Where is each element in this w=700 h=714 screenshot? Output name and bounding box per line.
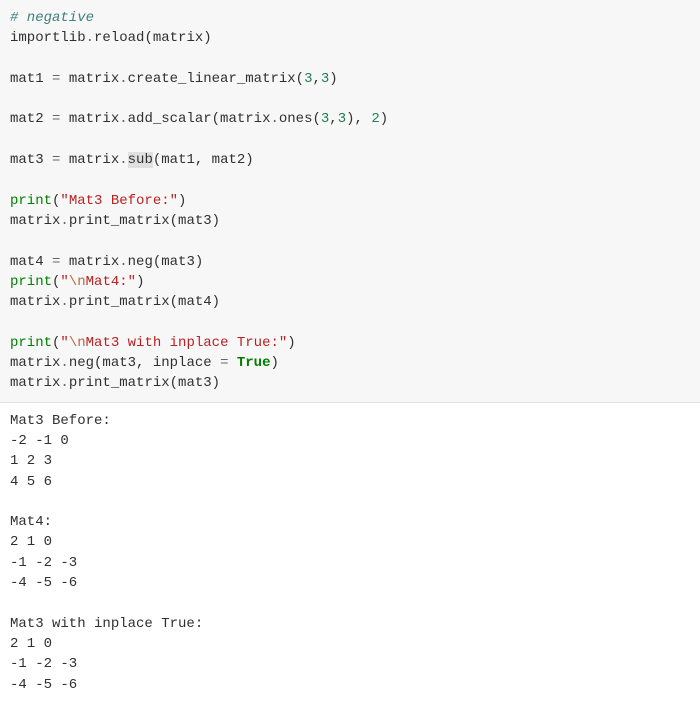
output-line: 4 5 6 (10, 474, 52, 490)
code-text: (mat1, mat2) (153, 152, 254, 168)
output-line: 2 1 0 (10, 534, 52, 550)
code-cell[interactable]: # negative importlib.reload(matrix) mat1… (0, 0, 700, 403)
code-escape: \n (69, 335, 86, 351)
output-line: -1 -2 -3 (10, 555, 77, 571)
code-text: print_matrix(mat4) (69, 294, 220, 310)
code-op: . (86, 30, 94, 46)
code-text: mat4 (10, 254, 52, 270)
code-text: ) (380, 111, 388, 127)
output-line: Mat4: (10, 514, 52, 530)
output-line: Mat3 with inplace True: (10, 616, 203, 632)
code-escape: \n (69, 274, 86, 290)
output-line: 2 1 0 (10, 636, 52, 652)
code-text: neg(mat3) (128, 254, 204, 270)
code-text: print_matrix(mat3) (69, 213, 220, 229)
output-line: -4 -5 -6 (10, 677, 77, 693)
output-line: Mat3 Before: (10, 413, 111, 429)
code-text: mat3 (10, 152, 52, 168)
code-builtin: print (10, 274, 52, 290)
output-line: -2 -1 0 (10, 433, 69, 449)
code-bool: True (237, 355, 271, 371)
code-op: . (119, 152, 127, 168)
output-cell: Mat3 Before: -2 -1 0 1 2 3 4 5 6 Mat4: 2… (0, 403, 700, 703)
code-string: Mat3 with inplace True:" (86, 335, 288, 351)
code-text (228, 355, 236, 371)
code-comment: # negative (10, 10, 94, 26)
code-op: . (119, 71, 127, 87)
output-line: -4 -5 -6 (10, 575, 77, 591)
code-text: matrix (60, 152, 119, 168)
code-text: ) (270, 355, 278, 371)
code-text: matrix (10, 355, 60, 371)
code-number: 3 (338, 111, 346, 127)
code-string: " (60, 335, 68, 351)
code-text: ) (178, 193, 186, 209)
code-text: matrix (60, 71, 119, 87)
code-builtin: print (10, 335, 52, 351)
highlighted-text: sub (128, 152, 153, 168)
code-text: neg(mat3, inplace (69, 355, 220, 371)
code-text: create_linear_matrix( (128, 71, 304, 87)
code-string: "Mat3 Before:" (60, 193, 178, 209)
code-op: . (119, 254, 127, 270)
code-text: importlib (10, 30, 86, 46)
code-text: print_matrix(mat3) (69, 375, 220, 391)
output-line: 1 2 3 (10, 453, 52, 469)
code-text: ) (136, 274, 144, 290)
code-text: ), (346, 111, 371, 127)
code-text: ones( (279, 111, 321, 127)
code-op: . (270, 111, 278, 127)
code-builtin: print (10, 193, 52, 209)
code-text: , (312, 71, 320, 87)
code-text: matrix (10, 294, 60, 310)
code-text: mat1 (10, 71, 52, 87)
code-text: matrix (60, 254, 119, 270)
code-text: reload(matrix) (94, 30, 212, 46)
code-text: ) (329, 71, 337, 87)
code-text: matrix (10, 375, 60, 391)
code-text: , (329, 111, 337, 127)
code-op: . (119, 111, 127, 127)
code-text: mat2 (10, 111, 52, 127)
code-string: Mat4:" (86, 274, 136, 290)
code-text: matrix (10, 213, 60, 229)
code-text: ) (287, 335, 295, 351)
code-op: . (60, 375, 68, 391)
output-line: -1 -2 -3 (10, 656, 77, 672)
code-op: . (60, 213, 68, 229)
code-number: 2 (371, 111, 379, 127)
code-op: . (60, 355, 68, 371)
code-string: " (60, 274, 68, 290)
code-text: matrix (60, 111, 119, 127)
code-text: add_scalar(matrix (128, 111, 271, 127)
code-op: . (60, 294, 68, 310)
